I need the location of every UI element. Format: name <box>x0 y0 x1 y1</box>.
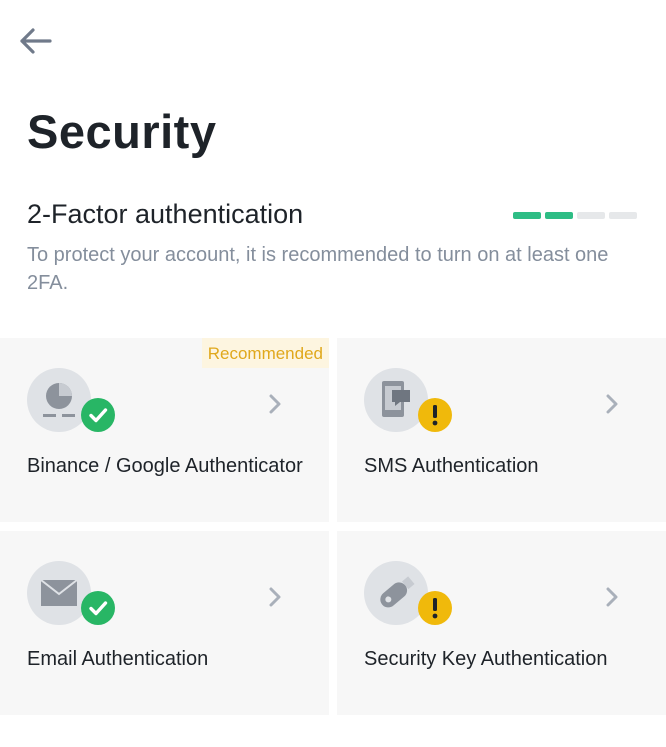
authenticator-icon <box>27 368 115 432</box>
sms-option[interactable]: SMS Authentication <box>337 338 666 522</box>
chevron-right-icon <box>606 394 618 414</box>
sms-label: SMS Authentication <box>364 455 539 477</box>
two-factor-description: To protect your account, it is recommend… <box>27 244 609 294</box>
progress-segment <box>545 212 573 219</box>
envelope-icon <box>27 561 115 625</box>
usb-key-icon <box>364 561 452 625</box>
progress-segment <box>577 212 605 219</box>
back-button[interactable] <box>14 22 58 60</box>
enabled-check-icon <box>81 591 115 625</box>
authenticator-option[interactable]: Recommended Binance / Google Authenticat… <box>0 338 329 522</box>
arrow-left-icon <box>20 28 52 54</box>
warning-icon <box>418 591 452 625</box>
email-label: Email Authentication <box>27 648 209 670</box>
page-title: Security <box>27 105 217 158</box>
progress-segment <box>513 212 541 219</box>
email-option[interactable]: Email Authentication <box>0 531 329 715</box>
sms-phone-icon <box>364 368 452 432</box>
recommended-badge: Recommended <box>201 338 329 368</box>
security-key-label: Security Key Authentication <box>364 648 608 670</box>
chevron-right-icon <box>269 587 281 607</box>
authenticator-label: Binance / Google Authenticator <box>27 455 303 477</box>
warning-icon <box>418 398 452 432</box>
enabled-check-icon <box>81 398 115 432</box>
progress-segment <box>609 212 637 219</box>
security-key-option[interactable]: Security Key Authentication <box>337 531 666 715</box>
chevron-right-icon <box>606 587 618 607</box>
security-level-progress <box>513 212 637 219</box>
two-factor-heading: 2-Factor authentication <box>27 199 304 229</box>
chevron-right-icon <box>269 394 281 414</box>
